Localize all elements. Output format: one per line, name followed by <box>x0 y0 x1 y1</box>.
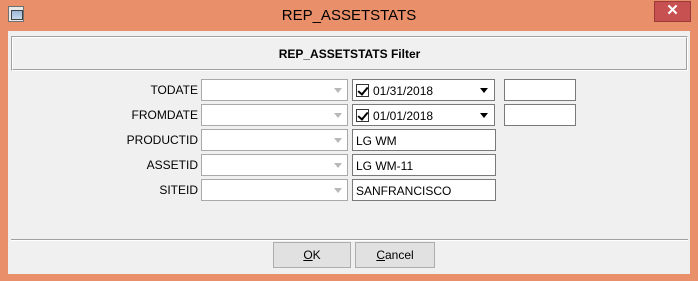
window-title: REP_ASSETSTATS <box>281 7 417 24</box>
chevron-down-icon[interactable] <box>330 81 346 99</box>
productid-input[interactable]: LG WM <box>352 129 496 151</box>
chevron-down-icon[interactable] <box>330 156 346 174</box>
chevron-down-icon[interactable] <box>330 131 346 149</box>
todate-extra-field[interactable] <box>504 79 576 101</box>
siteid-value: SANFRANCISCO <box>356 184 452 198</box>
fromdate-date-picker[interactable]: 01/01/2018 <box>352 104 495 126</box>
siteid-input[interactable]: SANFRANCISCO <box>352 179 496 201</box>
fromdate-value: 01/01/2018 <box>373 109 434 123</box>
productid-operator-combo[interactable] <box>201 129 348 151</box>
productid-value: LG WM <box>356 134 397 148</box>
siteid-operator-combo[interactable] <box>201 179 348 201</box>
siteid-label: SITEID <box>159 183 198 197</box>
dialog-client-area: REP_ASSETSTATS Filter TODATE 01/31/2018 … <box>8 31 690 274</box>
cancel-mnemonic: C <box>376 248 385 262</box>
ok-mnemonic: O <box>303 248 313 262</box>
productid-label: PRODUCTID <box>126 133 198 147</box>
cancel-button[interactable]: Cancel <box>355 242 435 268</box>
fromdate-label: FROMDATE <box>131 108 198 122</box>
assetid-operator-combo[interactable] <box>201 154 348 176</box>
fromdate-extra-field[interactable] <box>504 104 576 126</box>
todate-label: TODATE <box>150 83 198 97</box>
header-panel: REP_ASSETSTATS Filter <box>11 36 688 71</box>
todate-operator-combo[interactable] <box>201 79 348 101</box>
row-siteid: SITEID SANFRANCISCO <box>8 179 690 201</box>
assetid-label: ASSETID <box>146 158 198 172</box>
ok-label-rest: K <box>312 248 321 262</box>
filter-title: REP_ASSETSTATS Filter <box>278 47 421 61</box>
chevron-down-icon[interactable] <box>330 106 346 124</box>
ok-button[interactable]: OK <box>273 242 351 268</box>
close-button[interactable]: ✕ <box>654 1 691 22</box>
todate-value: 01/31/2018 <box>373 84 434 98</box>
assetid-input[interactable]: LG WM-11 <box>352 154 496 176</box>
chevron-down-icon[interactable] <box>476 106 493 124</box>
row-todate: TODATE 01/31/2018 <box>8 79 690 101</box>
todate-date-picker[interactable]: 01/31/2018 <box>352 79 495 101</box>
todate-checkbox[interactable] <box>356 84 369 97</box>
row-fromdate: FROMDATE 01/01/2018 <box>8 104 690 126</box>
cancel-label-rest: ancel <box>384 248 414 262</box>
fromdate-operator-combo[interactable] <box>201 104 348 126</box>
fromdate-checkbox[interactable] <box>356 109 369 122</box>
chevron-down-icon[interactable] <box>330 181 346 199</box>
chevron-down-icon[interactable] <box>476 81 493 99</box>
row-assetid: ASSETID LG WM-11 <box>8 154 690 176</box>
dialog-window: REP_ASSETSTATS ✕ REP_ASSETSTATS Filter T… <box>0 0 698 281</box>
row-productid: PRODUCTID LG WM <box>8 129 690 151</box>
assetid-value: LG WM-11 <box>356 159 414 173</box>
title-bar[interactable]: REP_ASSETSTATS ✕ <box>0 0 698 31</box>
